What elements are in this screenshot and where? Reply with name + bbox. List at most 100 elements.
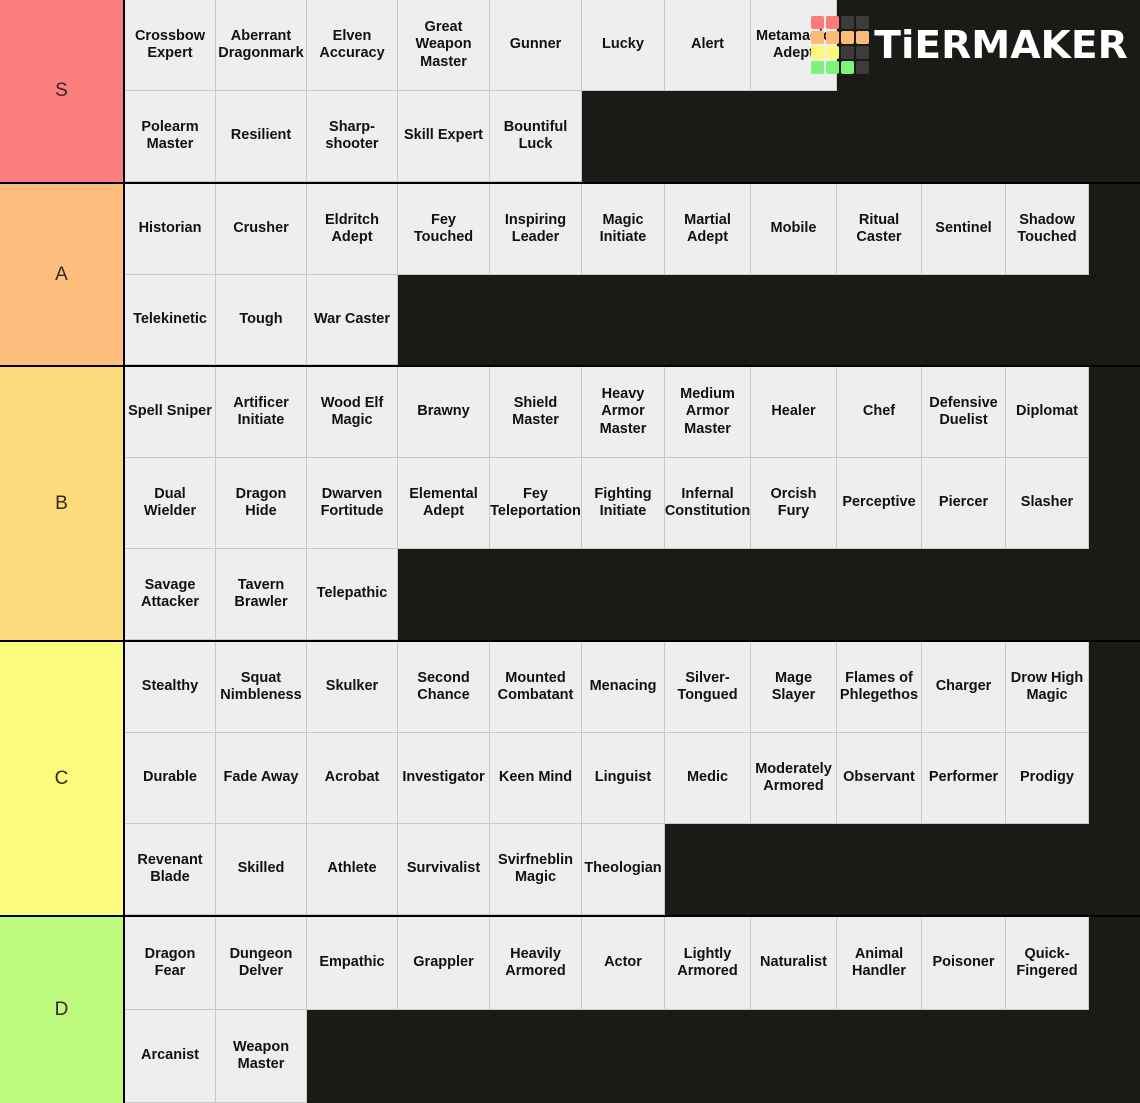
tier-item[interactable]: Heavily Armored bbox=[490, 917, 582, 1010]
tier-item[interactable]: Inspiring Leader bbox=[490, 184, 582, 275]
tier-item[interactable]: Athlete bbox=[307, 824, 398, 915]
tier-item[interactable]: Skilled bbox=[216, 824, 307, 915]
tier-item[interactable]: Eldritch Adept bbox=[307, 184, 398, 275]
tier-item[interactable]: Aberrant Dragonmark bbox=[216, 0, 307, 91]
tier-item[interactable]: Alert bbox=[665, 0, 751, 91]
tier-item[interactable]: Durable bbox=[125, 733, 216, 824]
tier-item[interactable]: Mobile bbox=[751, 184, 837, 275]
tier-item[interactable]: Fighting Initiate bbox=[582, 458, 665, 549]
tier-item[interactable]: Elemental Adept bbox=[398, 458, 490, 549]
tier-item-line: Telekinetic Tough War Caster bbox=[125, 274, 1140, 365]
tier-item[interactable]: Dungeon Delver bbox=[216, 917, 307, 1010]
tier-item[interactable]: Martial Adept bbox=[665, 184, 751, 275]
tier-item[interactable]: Menacing bbox=[582, 642, 665, 733]
tier-label-c[interactable]: C bbox=[0, 642, 125, 915]
tier-item[interactable]: Dwarven Fortitude bbox=[307, 458, 398, 549]
tier-item[interactable]: Grappler bbox=[398, 917, 490, 1010]
tier-item[interactable]: Observant bbox=[837, 733, 922, 824]
tier-item[interactable]: Shadow Touched bbox=[1006, 184, 1089, 275]
tier-item[interactable]: Brawny bbox=[398, 367, 490, 458]
tier-item[interactable]: Infernal Constitution bbox=[665, 458, 751, 549]
tier-item[interactable]: Moderately Armored bbox=[751, 733, 837, 824]
tier-item[interactable]: Charger bbox=[922, 642, 1006, 733]
tier-item[interactable]: Keen Mind bbox=[490, 733, 582, 824]
tier-label-a[interactable]: A bbox=[0, 184, 125, 365]
tier-item[interactable]: Dragon Fear bbox=[125, 917, 216, 1010]
tier-item[interactable]: Actor bbox=[582, 917, 665, 1010]
tier-item[interactable]: Flames of Phlegethos bbox=[837, 642, 922, 733]
tier-item[interactable]: Healer bbox=[751, 367, 837, 458]
tier-item[interactable]: Linguist bbox=[582, 733, 665, 824]
tier-item[interactable]: Piercer bbox=[922, 458, 1006, 549]
tier-item[interactable]: Sentinel bbox=[922, 184, 1006, 275]
tier-item[interactable]: Crossbow Expert bbox=[125, 0, 216, 91]
tier-item[interactable]: Tough bbox=[216, 274, 307, 365]
tier-item[interactable]: Magic Initiate bbox=[582, 184, 665, 275]
tier-item[interactable]: Mage Slayer bbox=[751, 642, 837, 733]
tier-item[interactable]: Performer bbox=[922, 733, 1006, 824]
tier-item[interactable]: Orcish Fury bbox=[751, 458, 837, 549]
tier-item[interactable]: Lightly Armored bbox=[665, 917, 751, 1010]
tier-item[interactable]: Polearm Master bbox=[125, 91, 216, 182]
tier-item[interactable]: Perceptive bbox=[837, 458, 922, 549]
tier-item[interactable]: Great Weapon Master bbox=[398, 0, 490, 91]
tier-item[interactable]: Poisoner bbox=[922, 917, 1006, 1010]
tier-item[interactable]: Telepathic bbox=[307, 549, 398, 640]
tier-item[interactable]: Resilient bbox=[216, 91, 307, 182]
tier-item[interactable]: Drow High Magic bbox=[1006, 642, 1089, 733]
tier-item[interactable]: Naturalist bbox=[751, 917, 837, 1010]
tier-item[interactable]: Prodigy bbox=[1006, 733, 1089, 824]
tier-item[interactable]: Wood Elf Magic bbox=[307, 367, 398, 458]
tier-item[interactable]: Diplomat bbox=[1006, 367, 1089, 458]
tier-item[interactable]: Stealthy bbox=[125, 642, 216, 733]
tier-item[interactable]: Slasher bbox=[1006, 458, 1089, 549]
tier-item[interactable]: Shield Master bbox=[490, 367, 582, 458]
tier-item[interactable]: Metamagic Adept bbox=[751, 0, 837, 91]
tier-item[interactable]: Bountiful Luck bbox=[490, 91, 582, 182]
tier-item[interactable]: Theologian bbox=[582, 824, 665, 915]
tier-row-c: C Stealthy Squat Nimbleness Skulker Second C… bbox=[0, 642, 1140, 917]
tier-item[interactable]: Svirfneblin Magic bbox=[490, 824, 582, 915]
tier-item[interactable]: Fey Teleportation bbox=[490, 458, 582, 549]
tier-item[interactable]: Skulker bbox=[307, 642, 398, 733]
tier-item[interactable]: Sharp-shooter bbox=[307, 91, 398, 182]
tier-item[interactable]: Fade Away bbox=[216, 733, 307, 824]
tier-item[interactable]: Historian bbox=[125, 184, 216, 275]
tier-label-s[interactable]: S bbox=[0, 0, 125, 182]
tier-item[interactable]: Second Chance bbox=[398, 642, 490, 733]
tier-item[interactable]: Mounted Combatant bbox=[490, 642, 582, 733]
tier-item[interactable]: Heavy Armor Master bbox=[582, 367, 665, 458]
tier-label-d[interactable]: D bbox=[0, 917, 125, 1103]
tier-item[interactable]: Gunner bbox=[490, 0, 582, 91]
tier-item[interactable]: Defensive Duelist bbox=[922, 367, 1006, 458]
tier-item[interactable]: Silver-Tongued bbox=[665, 642, 751, 733]
tier-item[interactable]: Investigator bbox=[398, 733, 490, 824]
tier-item[interactable]: Revenant Blade bbox=[125, 824, 216, 915]
tier-item[interactable]: Acrobat bbox=[307, 733, 398, 824]
tier-item[interactable]: Quick-Fingered bbox=[1006, 917, 1089, 1010]
tier-item[interactable]: Animal Handler bbox=[837, 917, 922, 1010]
tier-label-b[interactable]: B bbox=[0, 367, 125, 640]
tier-item[interactable]: Medic bbox=[665, 733, 751, 824]
tier-item[interactable]: Lucky bbox=[582, 0, 665, 91]
tier-item[interactable]: Survivalist bbox=[398, 824, 490, 915]
tier-item[interactable]: Spell Sniper bbox=[125, 367, 216, 458]
tier-item[interactable]: Skill Expert bbox=[398, 91, 490, 182]
tier-item[interactable]: Fey Touched bbox=[398, 184, 490, 275]
tier-item[interactable]: Crusher bbox=[216, 184, 307, 275]
tier-item[interactable]: War Caster bbox=[307, 274, 398, 365]
tier-item[interactable]: Arcanist bbox=[125, 1010, 216, 1103]
tier-item[interactable]: Weapon Master bbox=[216, 1010, 307, 1103]
tier-item[interactable]: Ritual Caster bbox=[837, 184, 922, 275]
tier-item[interactable]: Dual Wielder bbox=[125, 458, 216, 549]
tier-item[interactable]: Dragon Hide bbox=[216, 458, 307, 549]
tier-item[interactable]: Savage Attacker bbox=[125, 549, 216, 640]
tier-item[interactable]: Squat Nimbleness bbox=[216, 642, 307, 733]
tier-item[interactable]: Tavern Brawler bbox=[216, 549, 307, 640]
tier-item[interactable]: Medium Armor Master bbox=[665, 367, 751, 458]
tier-item[interactable]: Elven Accuracy bbox=[307, 0, 398, 91]
tier-item[interactable]: Empathic bbox=[307, 917, 398, 1010]
tier-item[interactable]: Telekinetic bbox=[125, 274, 216, 365]
tier-item[interactable]: Artificer Initiate bbox=[216, 367, 307, 458]
tier-item[interactable]: Chef bbox=[837, 367, 922, 458]
